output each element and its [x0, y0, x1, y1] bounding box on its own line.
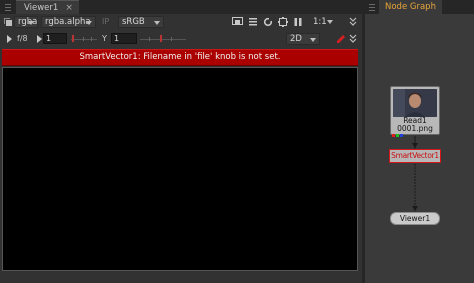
- channel-pip-green: [396, 134, 399, 137]
- chevron-down-icon: [327, 20, 333, 24]
- alpha-channel-dropdown[interactable]: rgba.alpha: [41, 16, 96, 28]
- viewer-tab-strip: Viewer1 ×: [0, 0, 362, 14]
- node-graph-pane[interactable]: Node Graph Read1 0001.png SmartVector1 V…: [362, 0, 474, 283]
- error-banner: SmartVector1: Filename in 'file' knob is…: [2, 49, 358, 66]
- pause-icon[interactable]: [293, 17, 303, 27]
- read-node-file: 0001.png: [397, 124, 433, 133]
- zoom-dropdown[interactable]: 1:1: [310, 16, 336, 28]
- viewer-pane: Viewer1 × rgba rgba.alpha IP sRGB 1:1 f/…: [0, 0, 362, 283]
- frame-icon[interactable]: [278, 17, 288, 27]
- frame-range-label[interactable]: f/8: [17, 34, 28, 43]
- grip-icon[interactable]: [2, 1, 14, 13]
- colorspace-value: sRGB: [122, 17, 145, 27]
- refresh-icon[interactable]: [263, 17, 273, 27]
- chevron-down-icon: [310, 38, 316, 42]
- layers-icon[interactable]: [3, 17, 13, 27]
- red-pen-icon[interactable]: [336, 34, 346, 44]
- view-mode-dropdown[interactable]: 2D: [286, 33, 320, 45]
- chevron-down-icon: [28, 21, 34, 25]
- app-window: Viewer1 × rgba rgba.alpha IP sRGB 1:1 f/…: [0, 0, 474, 283]
- frame-range-icon[interactable]: [4, 34, 14, 44]
- zoom-value: 1:1: [313, 17, 327, 27]
- layer-dropdown[interactable]: rgba: [14, 16, 38, 28]
- smartvector-node-name: SmartVector1: [391, 151, 439, 160]
- colorspace-dropdown[interactable]: sRGB: [118, 16, 164, 28]
- viewer-toolbar-bottom: f/8 1 Y 1 2D: [0, 31, 362, 47]
- chevron-icon[interactable]: [349, 17, 359, 27]
- node-connections: [412, 136, 418, 212]
- lut-icon[interactable]: [248, 17, 258, 27]
- gamma-slider[interactable]: [140, 34, 186, 44]
- read-thumbnail: [393, 89, 437, 117]
- tab-viewer1[interactable]: Viewer1 ×: [16, 0, 79, 14]
- viewer-canvas[interactable]: [2, 67, 358, 271]
- smartvector-node[interactable]: SmartVector1: [389, 149, 441, 163]
- viewer-toolbar-top: rgba rgba.alpha IP sRGB 1:1: [0, 14, 362, 30]
- gain-slider[interactable]: [71, 34, 97, 44]
- view-mode-value: 2D: [290, 34, 302, 44]
- read-node[interactable]: Read1 0001.png: [390, 86, 440, 137]
- y-label: Y: [102, 34, 107, 43]
- tab-viewer1-label: Viewer1: [24, 3, 59, 13]
- roi-icon[interactable]: [232, 17, 243, 27]
- close-icon[interactable]: ×: [65, 2, 73, 14]
- frame-input[interactable]: 1: [43, 33, 67, 44]
- viewer-node[interactable]: Viewer1: [390, 212, 440, 225]
- channel-pip-red: [392, 134, 395, 137]
- channel-pip-blue: [400, 134, 403, 137]
- chevron-down-icon: [86, 21, 92, 25]
- gamma-input[interactable]: 1: [111, 33, 137, 44]
- chevron-down-icon: [154, 21, 160, 25]
- chevron-icon[interactable]: [349, 34, 359, 44]
- alpha-channel-value: rgba.alpha: [45, 17, 91, 27]
- ip-label[interactable]: IP: [102, 17, 109, 26]
